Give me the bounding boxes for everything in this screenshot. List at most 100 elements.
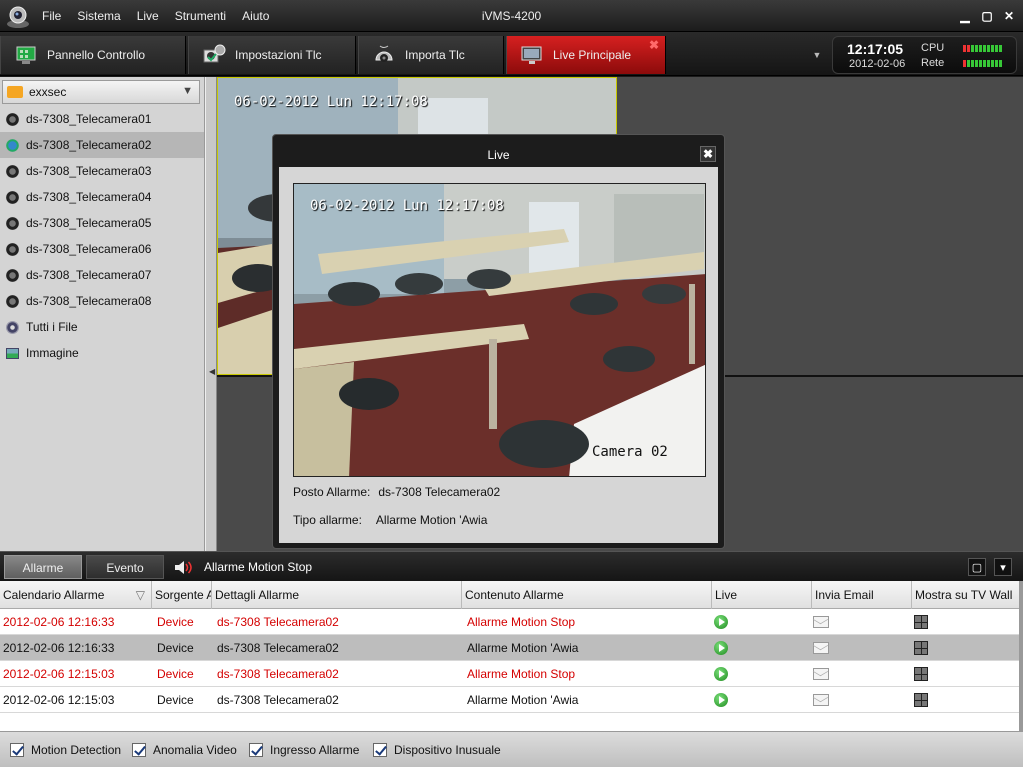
tv-wall-icon[interactable] [914,641,928,655]
tab-pannello-controllo[interactable]: Pannello Controllo [0,36,186,74]
cpu-meter [963,45,1005,52]
clock-date: 2012-02-06 [849,58,906,70]
collapse-arrow-icon[interactable]: ◀ [209,367,215,376]
tab-dropdown-icon[interactable]: ▼ [808,36,826,74]
table-scrollbar[interactable] [1019,581,1023,731]
camera-icon [6,216,19,230]
checkbox-checked[interactable] [10,743,24,757]
network-meter [963,60,1005,67]
cell-content: Allarme Motion Stop [467,667,576,681]
camera-item[interactable]: ds-7308_Telecamera08 [0,288,204,314]
camera-name: ds-7308_Telecamera08 [26,294,152,308]
tab-live-principale[interactable]: Live Principale ✖ [506,36,666,74]
table-row[interactable]: 2012-02-06 12:15:03 Device ds-7308 Telec… [0,687,1019,713]
camera-item[interactable]: ds-7308_Telecamera03 [0,158,204,184]
video-timestamp: 06-02-2012 Lun 12:17:08 [234,94,428,110]
cell-content: Allarme Motion 'Awia [467,693,579,707]
camera-label: Camera 02 [592,444,668,460]
play-icon[interactable] [714,615,728,629]
checkbox-checked[interactable] [249,743,263,757]
col-calendario[interactable]: Calendario Allarme ▽ [0,581,152,609]
group-selector[interactable]: exxsec ▼ [2,80,200,104]
checkbox-checked[interactable] [373,743,387,757]
tv-wall-icon[interactable] [914,693,928,707]
folder-icon [7,86,23,98]
settings-icon [203,44,226,63]
table-row[interactable]: 2012-02-06 12:16:33 Device ds-7308 Telec… [0,635,1019,661]
tab-importa-tlc[interactable]: Importa Tlc [358,36,504,74]
alarm-place-value: ds-7308 Telecamera02 [378,485,501,499]
maximize-panel-icon[interactable]: ▢ [968,558,986,576]
col-dettagli[interactable]: Dettagli Allarme [212,581,462,609]
col-invia-email[interactable]: Invia Email [812,581,912,609]
cell-time: 2012-02-06 12:16:33 [3,641,115,655]
camera-item-selected[interactable]: ds-7308_Telecamera02 [0,132,204,158]
camera-feed-image [294,184,705,476]
camera-icon [6,268,19,282]
col-contenuto[interactable]: Contenuto Allarme [462,581,712,609]
video-timestamp: 06-02-2012 Lun 12:17:08 [310,198,504,214]
checkbox-checked[interactable] [132,743,146,757]
col-live[interactable]: Live [712,581,812,609]
camera-item[interactable]: ds-7308_Telecamera04 [0,184,204,210]
tab-label: Live Principale [553,48,632,62]
cell-source: Device [157,615,194,629]
popup-title: Live [487,148,510,162]
close-icon[interactable]: ✕ [1001,8,1017,24]
alarm-message: Allarme Motion Stop [204,560,313,574]
tab-close-icon[interactable]: ✖ [649,38,659,52]
collapse-panel-icon[interactable]: ▾ [994,558,1012,576]
play-icon[interactable] [714,693,728,707]
table-row[interactable]: 2012-02-06 12:16:33 Device ds-7308 Telec… [0,609,1019,635]
chevron-down-icon: ▼ [182,85,193,97]
maximize-icon[interactable]: ▢ [979,8,995,24]
tv-wall-icon[interactable] [914,667,928,681]
cell-content: Allarme Motion 'Awia [467,641,579,655]
camera-item[interactable]: ds-7308_Telecamera06 [0,236,204,262]
mail-icon[interactable] [813,616,829,628]
alarm-type: Tipo allarme: Allarme Motion 'Awia [293,513,487,527]
panel-splitter[interactable]: ◀ [205,77,217,551]
mail-icon[interactable] [813,642,829,654]
all-files-item[interactable]: Tutti i File [0,314,204,340]
group-name: exxsec [29,85,67,99]
image-icon [6,347,19,359]
camera-list: ds-7308_Telecamera01 ds-7308_Telecamera0… [0,106,204,366]
filter-label: Ingresso Allarme [270,743,360,757]
tab-evento[interactable]: Evento [86,555,164,579]
camera-name: ds-7308_Telecamera03 [26,164,152,178]
alarm-panel-header: Allarme Evento Allarme Motion Stop ▢ ▾ [0,551,1023,581]
mail-icon[interactable] [813,694,829,706]
camera-icon [6,164,19,178]
alarm-table-header: Calendario Allarme▽ Sorgente Allarme Det… [0,581,1019,609]
filter-dispositivo-inusuale[interactable]: Dispositivo Inusuale [373,742,501,758]
image-item[interactable]: Immagine [0,340,204,366]
title-bar: File Sistema Live Strumenti Aiuto iVMS-4… [0,0,1023,32]
camera-item[interactable]: ds-7308_Telecamera01 [0,106,204,132]
cell-time: 2012-02-06 12:15:03 [3,667,115,681]
system-status: 12:17:05 2012-02-06 CPU Rete [832,36,1017,74]
filter-motion-detection[interactable]: Motion Detection [10,742,121,758]
camera-name: ds-7308_Telecamera06 [26,242,152,256]
popup-video[interactable]: 06-02-2012 Lun 12:17:08 Camera 02 [293,183,706,477]
speaker-icon[interactable] [174,560,194,575]
tab-impostazioni-tlc[interactable]: Impostazioni Tlc [188,36,356,74]
camera-item[interactable]: ds-7308_Telecamera05 [0,210,204,236]
mail-icon[interactable] [813,668,829,680]
camera-icon [6,294,19,308]
play-icon[interactable] [714,667,728,681]
filter-ingresso-allarme[interactable]: Ingresso Allarme [249,742,359,758]
camera-item[interactable]: ds-7308_Telecamera07 [0,262,204,288]
tab-allarme[interactable]: Allarme [4,555,82,579]
col-tv-wall[interactable]: Mostra su TV Wall [912,581,1019,609]
tv-wall-icon[interactable] [914,615,928,629]
minimize-icon[interactable]: ▁ [957,8,973,24]
table-row[interactable]: 2012-02-06 12:15:03 Device ds-7308 Telec… [0,661,1019,687]
cell-content: Allarme Motion Stop [467,615,576,629]
play-icon[interactable] [714,641,728,655]
popup-body: 06-02-2012 Lun 12:17:08 Camera 02 Posto … [279,167,718,543]
popup-close-button[interactable]: ✖ [700,146,716,162]
filter-anomalia-video[interactable]: Anomalia Video [132,742,237,758]
col-sorgente[interactable]: Sorgente Allarme [152,581,212,609]
import-icon [375,45,393,62]
